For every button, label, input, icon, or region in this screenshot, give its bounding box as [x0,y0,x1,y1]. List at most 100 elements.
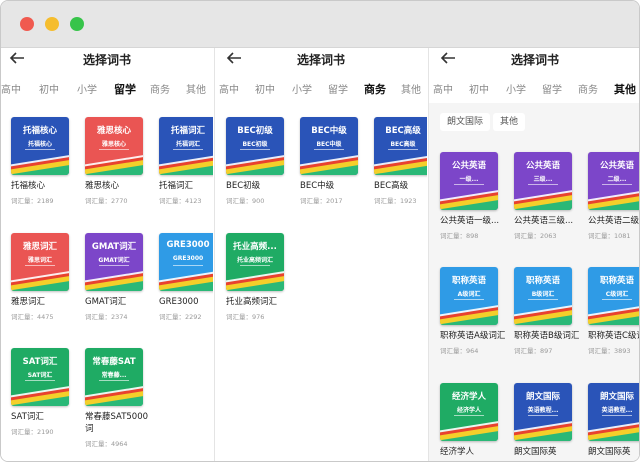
tab-chuzhong[interactable]: 初中 [39,81,59,96]
chip-longman[interactable]: 朗文国际 [440,113,491,131]
book-cover[interactable]: 公共英语 二级... [588,152,639,210]
tab-gaozhong[interactable]: 高中 [1,81,21,96]
book-name: BEC初级 [226,181,261,191]
book-name: 朗文国际英 [514,447,557,457]
cover-subtitle: GRE3000 [172,255,204,262]
book-cover[interactable]: GMAT词汇 GMAT词汇 [85,233,143,291]
book-card[interactable]: 公共英语 三级... 公共英语三级... 词汇量：2063 [514,152,584,240]
tab-liuxue[interactable]: 留学 [114,81,136,97]
book-cover[interactable]: 托业高频... 托业高频词汇 [226,233,284,291]
cover-title: 雅思核心 [96,126,131,136]
close-window-button[interactable] [20,17,34,31]
book-cover[interactable]: GRE3000 GRE3000 [159,233,213,291]
cover-title: BEC中级 [311,126,347,136]
book-card[interactable]: 公共英语 一级... 公共英语一级... 词汇量：898 [440,152,510,240]
book-cover[interactable]: BEC高级 BEC高级 [374,117,427,175]
book-name: 公共英语一级... [440,216,500,226]
cover-title: 职称英语 [599,276,634,286]
cover-rule [454,299,484,300]
book-card[interactable]: 朗文国际 英语教程... 朗文国际英 [588,383,639,458]
book-name: 托福核心 [11,181,46,191]
book-cover[interactable]: 托福核心 托福核心 [11,117,69,175]
book-card[interactable]: 职称英语 A级词汇 职称英语A级词汇 词汇量：964 [440,267,510,355]
book-card[interactable]: 职称英语 B级词汇 职称英语B级词汇 词汇量：897 [514,267,584,355]
book-card[interactable]: GMAT词汇 GMAT词汇 GMAT词汇 词汇量：2374 [85,233,155,321]
cover-subtitle: A级词汇 [457,291,481,298]
cover-rule [99,149,129,150]
cover-subtitle: 托福词汇 [175,141,200,148]
tab-shangwu[interactable]: 商务 [364,81,386,97]
tab-qita[interactable]: 其他 [614,81,636,97]
book-card[interactable]: BEC中级 BEC中级 BEC中级 词汇量：2017 [300,117,370,205]
book-cover[interactable]: 朗文国际 英语教程... [514,383,572,441]
cover-subtitle: 雅思词汇 [27,257,52,264]
cover-rule [25,149,55,150]
book-card[interactable]: BEC高级 BEC高级 BEC高级 词汇量：1923 [374,117,427,205]
book-cover[interactable]: 职称英语 A级词汇 [440,267,498,325]
cover-subtitle: GMAT词汇 [98,257,130,264]
cover-rule [173,149,203,150]
tab-liuxue[interactable]: 留学 [328,81,348,96]
tab-xiaoxue[interactable]: 小学 [292,81,312,96]
book-card[interactable]: 职称英语C级词汇职称英语C级词汇词汇量：3893 [588,267,639,355]
book-cover[interactable]: 职称英语 B级词汇 [514,267,572,325]
cover-subtitle: 英语教程... [527,407,559,414]
cover-rule [528,184,558,185]
book-cover[interactable]: BEC初级 BEC初级 [226,117,284,175]
book-card[interactable]: BEC初级 BEC初级 BEC初级 词汇量：900 [226,117,296,205]
book-card[interactable]: 常春藤SAT 常春藤... 常春藤SAT5000词 词汇量：4964 [85,348,155,448]
book-card[interactable]: GRE3000 GRE3000 GRE3000 词汇量：2292 [159,233,213,321]
maximize-window-button[interactable] [70,17,84,31]
book-card[interactable]: 托福核心 托福核心 托福核心 词汇量：2189 [11,117,81,205]
cover-rule [240,265,270,266]
cover-title: GMAT词汇 [91,242,137,252]
book-card[interactable]: 朗文国际 英语教程... 朗文国际英 [514,383,584,458]
cover-subtitle: 托业高频词汇 [236,257,273,264]
book-card[interactable]: 托业高频... 托业高频词汇 托业高频词汇 词汇量：976 [226,233,296,321]
book-word-count: 词汇量：2770 [85,197,128,205]
book-cover[interactable]: 常春藤SAT 常春藤... [85,348,143,406]
book-cover[interactable]: 雅思词汇 雅思词汇 [11,233,69,291]
tab-xiaoxue[interactable]: 小学 [77,81,97,96]
book-name: 职称英语B级词汇 [514,331,580,341]
tab-qita[interactable]: 其他 [186,81,206,96]
tab-gaozhong[interactable]: 高中 [433,81,453,96]
tab-chuzhong[interactable]: 初中 [255,81,275,96]
tab-gaozhong[interactable]: 高中 [219,81,239,96]
book-cover[interactable]: 雅思核心 雅思核心 [85,117,143,175]
cover-rule [25,265,55,266]
tab-liuxue[interactable]: 留学 [542,81,562,96]
book-card[interactable]: 雅思核心 雅思核心 雅思核心词汇量：2770 [85,117,155,205]
book-cover[interactable]: 职称英语 C级词汇 [588,267,639,325]
screen-other: 选择词书 高中 初中 小学 留学 商务 其他 朗文国际 其他 公共英语 一级...… [428,48,639,461]
book-card[interactable]: 托福词汇 托福词汇 托福词汇 词汇量：4123 [159,117,213,205]
cover-rule [528,415,558,416]
book-cover[interactable]: 托福词汇 托福词汇 [159,117,213,175]
book-card[interactable]: 经济学人 经济学人 经济学人 [440,383,510,458]
book-cover[interactable]: 公共英语 一级... [440,152,498,210]
cover-title: 公共英语 [525,161,560,171]
cover-title: 公共英语 [451,161,486,171]
book-cover[interactable]: 朗文国际 英语教程... [588,383,639,441]
cover-rule [173,265,203,266]
book-cover[interactable]: 公共英语三级... [514,152,572,210]
tab-xiaoxue[interactable]: 小学 [506,81,526,96]
book-word-count: 词汇量：900 [226,197,265,205]
book-cover[interactable]: 经济学人 经济学人 [440,383,498,441]
tab-qita[interactable]: 其他 [401,81,421,96]
book-card[interactable]: SAT词汇 SAT词汇 SAT词汇 词汇量：2190 [11,348,81,436]
tab-chuzhong[interactable]: 初中 [469,81,489,96]
book-card[interactable]: 雅思词汇 雅思词汇 雅思词汇 词汇量：4475 [11,233,81,321]
chip-other[interactable]: 其他 [493,113,526,131]
book-name: BEC中级 [300,181,335,191]
cover-subtitle: BEC初级 [242,141,268,148]
book-cover[interactable]: SAT词汇 SAT词汇 [11,348,69,406]
tab-shangwu[interactable]: 商务 [150,81,170,96]
cover-rule [602,415,632,416]
book-card[interactable]: 公共英语二级...公共英语二级...词汇量：1081 [588,152,639,240]
cover-subtitle: 三级... [533,176,553,183]
tab-shangwu[interactable]: 商务 [578,81,598,96]
book-word-count: 词汇量：2189 [11,197,54,205]
minimize-window-button[interactable] [45,17,59,31]
book-cover[interactable]: BEC中级 BEC中级 [300,117,358,175]
